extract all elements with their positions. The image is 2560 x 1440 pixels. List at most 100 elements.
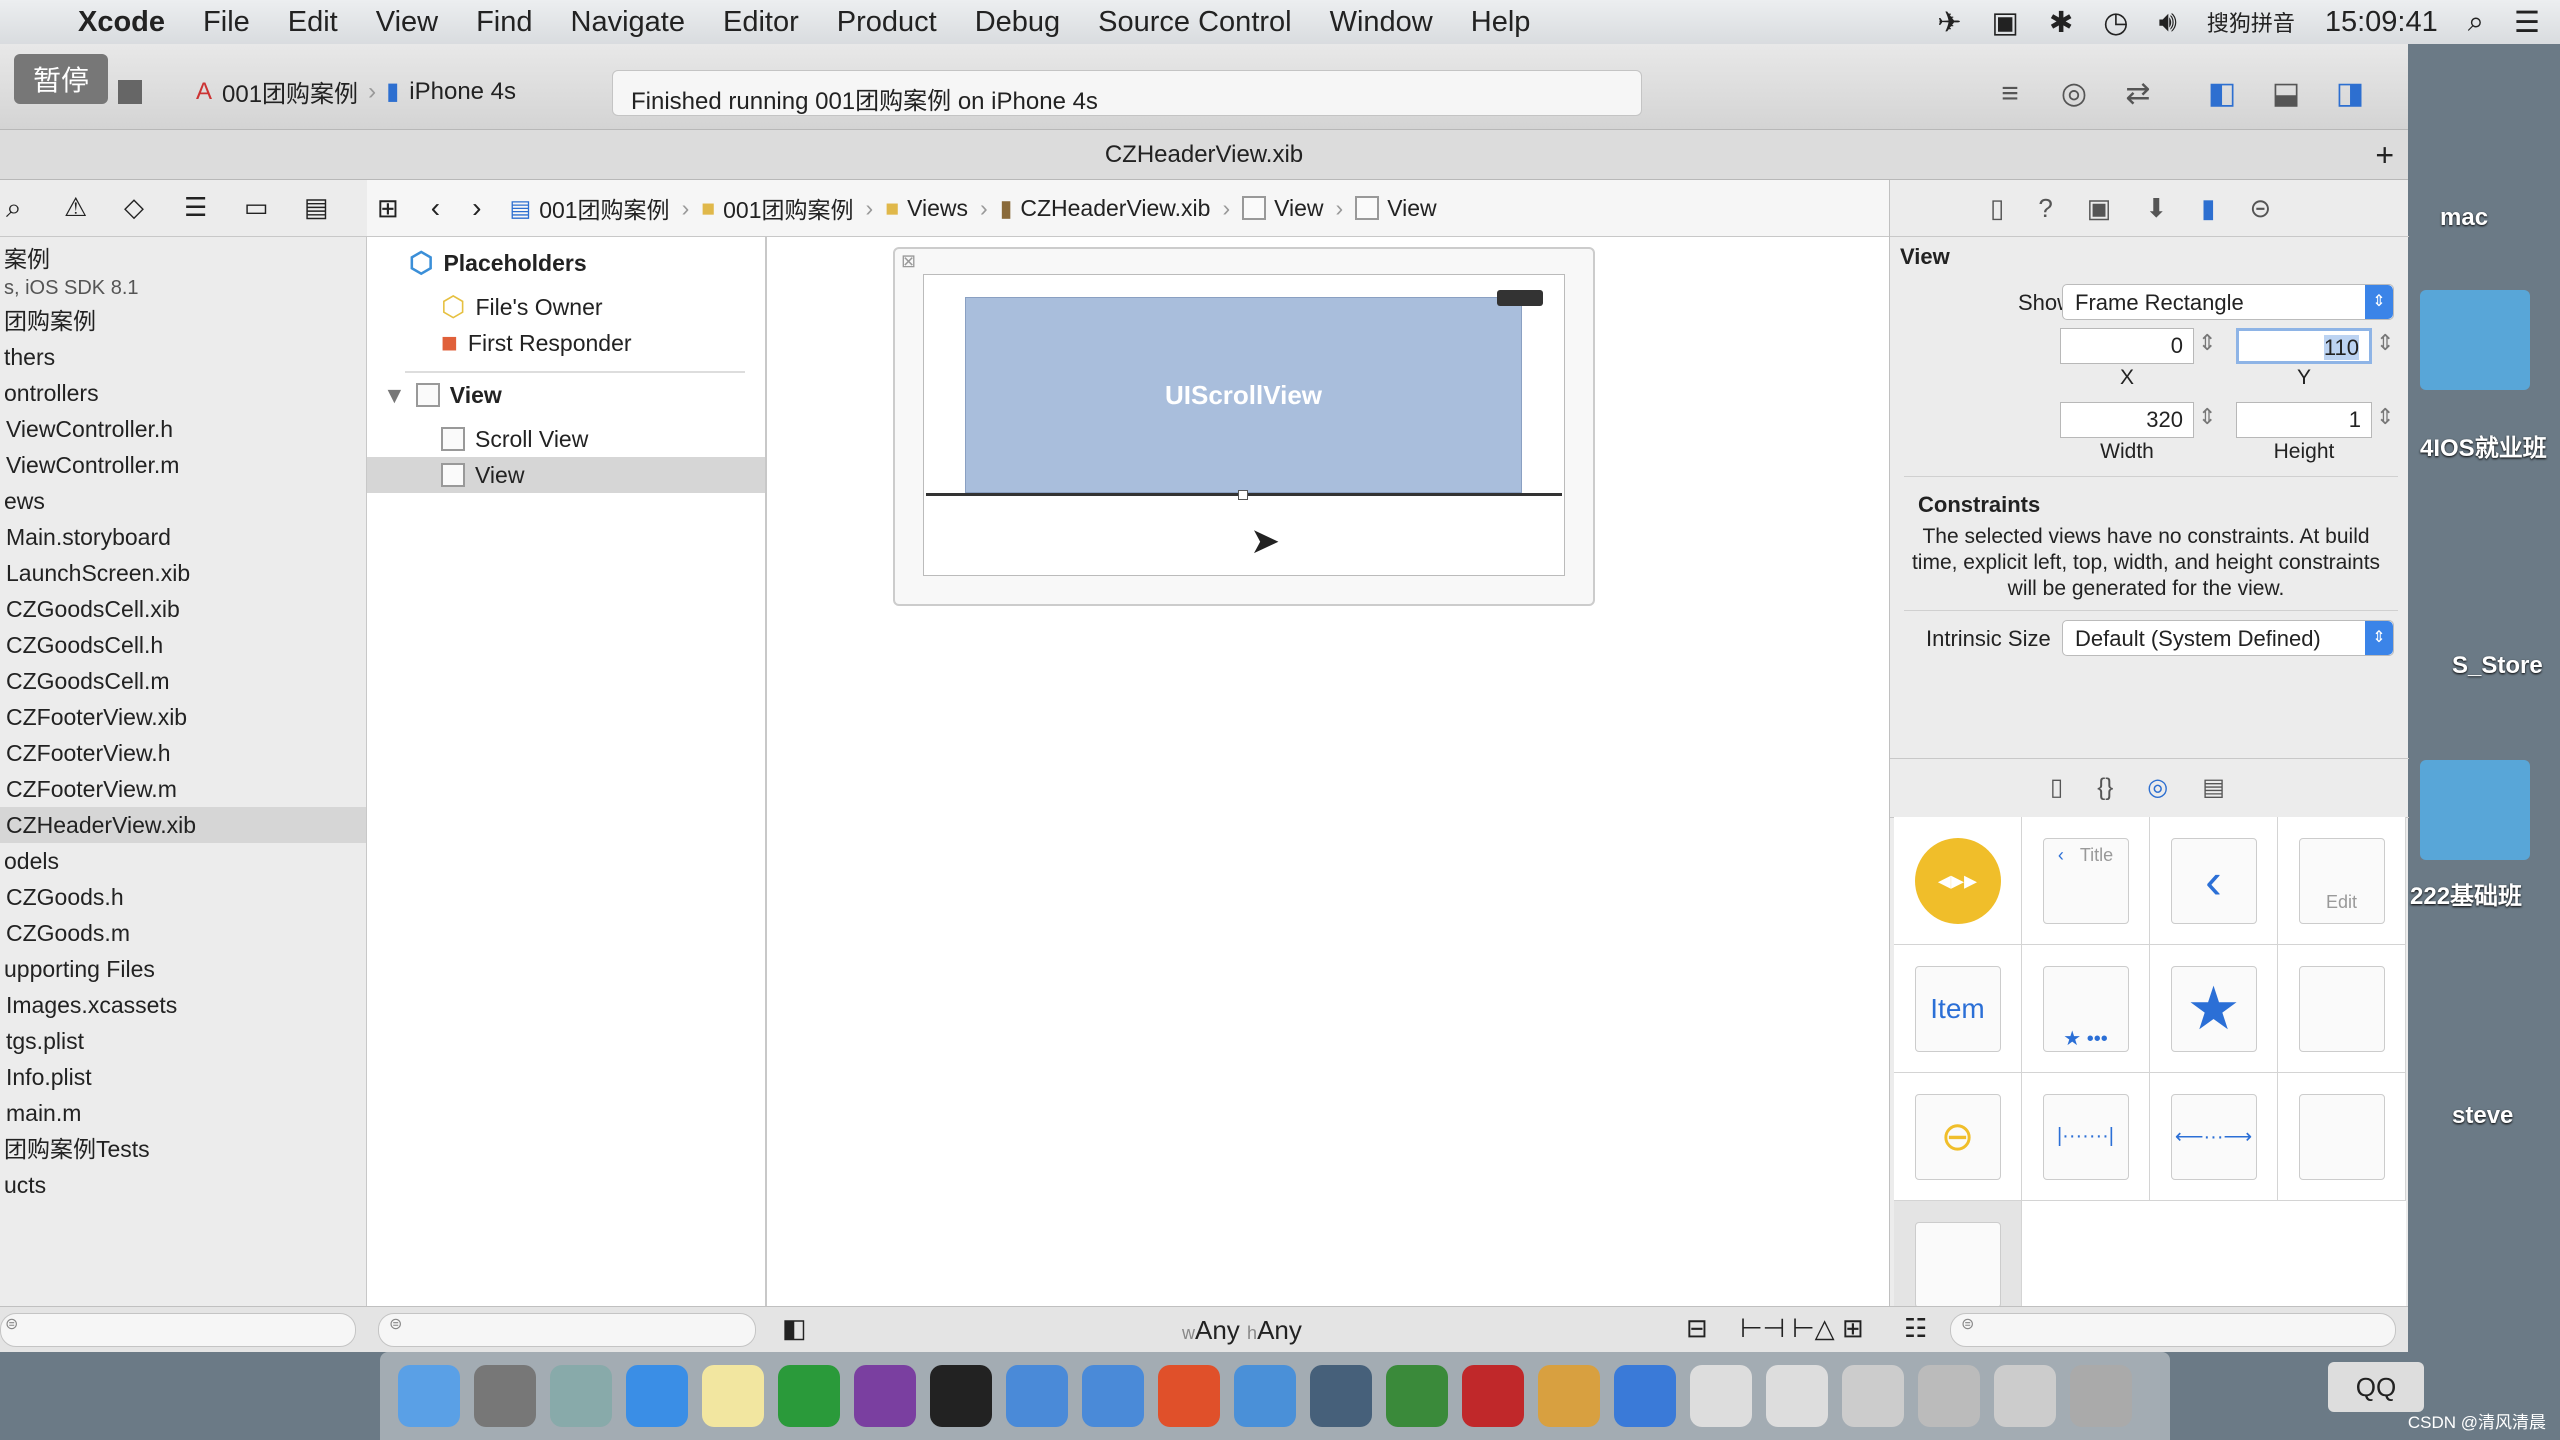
size-inspector-icon[interactable]: ▮ xyxy=(2201,193,2215,224)
navigator-item[interactable]: CZFooterView.h xyxy=(0,735,366,771)
debug-icon[interactable]: ☰ xyxy=(184,192,207,223)
library-edit-button[interactable]: Edit xyxy=(2278,817,2406,945)
scroll-view[interactable]: UIScrollView xyxy=(965,290,1543,493)
close-scene-icon[interactable]: ⊠ xyxy=(901,251,916,272)
outline-filter-field[interactable]: ⊜ xyxy=(378,1313,756,1347)
word-icon[interactable] xyxy=(1614,1365,1676,1427)
add-tab-icon[interactable]: + xyxy=(2375,130,2394,180)
library-playback-item[interactable]: ◂▸▸ xyxy=(1894,817,2022,945)
navigator-item[interactable]: CZHeaderView.xib xyxy=(0,807,366,843)
code-snippet-library-icon[interactable]: {} xyxy=(2097,774,2113,802)
scheme-device[interactable]: iPhone 4s xyxy=(409,78,516,106)
menu-source-control[interactable]: Source Control xyxy=(1098,6,1291,39)
safari-icon[interactable] xyxy=(626,1365,688,1427)
crumb-project[interactable]: ▤ 001团购案例 xyxy=(509,191,669,225)
spotlight-icon[interactable]: ⌕ xyxy=(2468,6,2484,39)
navigator-item[interactable]: CZGoods.h xyxy=(0,879,366,915)
notes-icon[interactable] xyxy=(702,1365,764,1427)
version-editor-icon[interactable]: ⇄ xyxy=(2118,78,2158,110)
library-tab-bar[interactable]: ★ ••• xyxy=(2022,945,2150,1073)
outline-scroll-view[interactable]: Scroll View xyxy=(367,421,765,457)
crumb-views[interactable]: ■ Views xyxy=(885,195,968,222)
navigator-item[interactable]: Main.storyboard xyxy=(0,519,366,555)
desktop-item-222[interactable]: 222基础班 xyxy=(2410,876,2522,911)
menu-file[interactable]: File xyxy=(203,6,250,39)
identity-inspector-icon[interactable]: ▣ xyxy=(2087,193,2112,224)
pin-icon[interactable]: ⊢⊣ xyxy=(1740,1313,1785,1344)
navigator-item[interactable]: 案例 xyxy=(0,241,366,277)
launchpad-icon[interactable] xyxy=(550,1365,612,1427)
object-library-icon[interactable]: ◎ xyxy=(2147,773,2168,802)
menu-view[interactable]: View xyxy=(376,6,438,39)
navigator-item[interactable]: ontrollers xyxy=(0,375,366,411)
navigator-item[interactable]: tgs.plist xyxy=(0,1023,366,1059)
font-book-icon[interactable] xyxy=(1766,1365,1828,1427)
outline-first-responder[interactable]: ■ First Responder xyxy=(367,325,765,361)
resizing-icon[interactable]: ⊞ xyxy=(1842,1313,1864,1344)
library-bar-item[interactable]: Item xyxy=(1894,945,2022,1073)
outline-subview[interactable]: View xyxy=(367,457,765,493)
instruments-icon[interactable] xyxy=(1386,1365,1448,1427)
navigator-item[interactable]: ViewController.h xyxy=(0,411,366,447)
navigator-item[interactable]: ews xyxy=(0,483,366,519)
forward-icon[interactable]: › xyxy=(472,192,481,224)
ime-label[interactable]: 搜狗拼音 xyxy=(2207,6,2295,38)
align-icon[interactable]: ⊟ xyxy=(1686,1313,1708,1344)
navigator-item[interactable]: main.m xyxy=(0,1095,366,1131)
menu-product[interactable]: Product xyxy=(837,6,937,39)
breakpoint-icon[interactable]: ▭ xyxy=(244,192,269,223)
library-navigation-bar[interactable]: ‹ Title xyxy=(2022,817,2150,945)
preview-icon[interactable] xyxy=(1082,1365,1144,1427)
outline-files-owner[interactable]: ⬡ File's Owner xyxy=(367,289,765,325)
menu-app[interactable]: Xcode xyxy=(78,6,165,39)
navigator-item[interactable]: Info.plist xyxy=(0,1059,366,1095)
y-stepper[interactable]: ⇕ xyxy=(2376,330,2394,356)
navigator-item[interactable]: LaunchScreen.xib xyxy=(0,555,366,591)
navigator-toggle-icon[interactable]: ◧ xyxy=(2202,78,2242,110)
textedit-icon[interactable] xyxy=(1690,1365,1752,1427)
notification-center-icon[interactable]: ☰ xyxy=(2514,5,2540,40)
outline-toggle-icon[interactable]: ◧ xyxy=(782,1313,807,1344)
navigator-item[interactable]: CZGoodsCell.xib xyxy=(0,591,366,627)
height-field[interactable]: 1 xyxy=(2236,402,2372,438)
onenote-icon[interactable] xyxy=(854,1365,916,1427)
documents-stack-icon[interactable] xyxy=(1918,1365,1980,1427)
menu-debug[interactable]: Debug xyxy=(975,6,1060,39)
trash-icon[interactable] xyxy=(2070,1365,2132,1427)
clock[interactable]: 15:09:41 xyxy=(2325,6,2438,39)
tab-czheaderview[interactable]: CZHeaderView.xib xyxy=(1105,141,1303,168)
time-machine-icon[interactable]: ◷ xyxy=(2103,5,2128,40)
menu-find[interactable]: Find xyxy=(476,6,532,39)
navigator-item[interactable]: 团购案例 xyxy=(0,303,366,339)
desktop-item-ios[interactable]: 4IOS就业班 xyxy=(2420,428,2547,463)
standard-editor-icon[interactable]: ≡ xyxy=(1990,78,2030,110)
library-flexible-space[interactable]: ⟵···⟶ xyxy=(2150,1073,2278,1201)
library-tab-bar-item[interactable]: ★ xyxy=(2150,945,2278,1073)
navigator-item[interactable]: ViewController.m xyxy=(0,447,366,483)
navigator-item[interactable]: CZGoodsCell.m xyxy=(0,663,366,699)
attributes-inspector-icon[interactable]: ⬇ xyxy=(2145,193,2167,224)
navigator-item[interactable]: CZGoodsCell.h xyxy=(0,627,366,663)
folder-icon[interactable] xyxy=(2420,760,2530,860)
height-stepper[interactable]: ⇕ xyxy=(2376,404,2394,430)
utilities-toggle-icon[interactable]: ◨ xyxy=(2330,78,2370,110)
menu-edit[interactable]: Edit xyxy=(288,6,338,39)
library-view[interactable] xyxy=(2278,1073,2406,1201)
x-field[interactable]: 0 xyxy=(2060,328,2194,364)
navigator-item[interactable]: Images.xcassets xyxy=(0,987,366,1023)
navigator-item[interactable]: CZGoods.m xyxy=(0,915,366,951)
terminal-icon[interactable] xyxy=(930,1365,992,1427)
file-template-library-icon[interactable]: ▯ xyxy=(2050,773,2063,802)
back-icon[interactable]: ‹ xyxy=(431,192,440,224)
library-filter-field[interactable]: ⊜ xyxy=(1950,1313,2396,1347)
outline-view[interactable]: ▼ View xyxy=(367,377,765,413)
show-popup[interactable]: Frame Rectangle ⇕ xyxy=(2062,284,2394,320)
related-items-icon[interactable]: ⊞ xyxy=(377,193,399,224)
resolve-issues-icon[interactable]: ⊢△ xyxy=(1792,1313,1835,1344)
connections-inspector-icon[interactable]: ⊝ xyxy=(2249,193,2271,224)
width-field[interactable]: 320 xyxy=(2060,402,2194,438)
library-fixed-space[interactable]: |·······| xyxy=(2022,1073,2150,1201)
library-bar-button-back[interactable]: ‹ xyxy=(2150,817,2278,945)
volume-icon[interactable]: 🔊︎ xyxy=(2159,6,2177,39)
downloads-stack-icon[interactable] xyxy=(1842,1365,1904,1427)
